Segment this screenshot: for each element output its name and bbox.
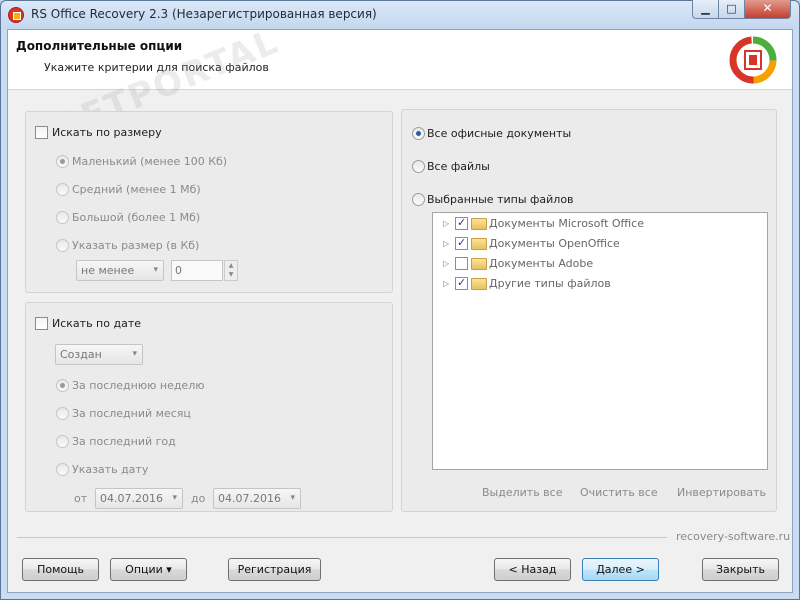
search-by-date-checkbox[interactable]: [35, 317, 48, 330]
tree-checkbox-other[interactable]: [455, 276, 468, 290]
close-window-button[interactable]: ✕: [744, 0, 791, 19]
app-logo-icon: [729, 36, 777, 84]
search-by-size-label: Искать по размеру: [52, 126, 162, 139]
size-option-small-label: Маленький (менее 100 Кб): [72, 155, 228, 168]
folder-icon: [471, 238, 487, 250]
wizard-header: Дополнительные опции Укажите критерии дл…: [8, 30, 792, 90]
date-from-label: от: [74, 492, 88, 505]
close-icon: ✕: [762, 1, 773, 15]
folder-icon: [471, 278, 487, 290]
spin-up-icon: ▲: [228, 262, 234, 269]
date-option-year-label: За последний год: [72, 435, 176, 448]
search-by-date-label: Искать по дате: [52, 317, 141, 330]
size-option-large-radio[interactable]: [56, 211, 69, 224]
close-button[interactable]: Закрыть: [702, 558, 779, 581]
size-filter-group: Искать по размеру Маленький (менее 100 К…: [25, 111, 393, 293]
app-icon: [8, 7, 24, 23]
expand-arrow-icon[interactable]: ▷: [443, 275, 451, 293]
date-type-value: Создан: [60, 348, 102, 361]
folder-icon: [471, 218, 487, 230]
date-filter-group: Искать по дате Создан За последнюю недел…: [25, 302, 393, 512]
minimize-icon: ▁: [701, 2, 710, 15]
all-office-docs-label: Все офисные документы: [427, 127, 572, 140]
size-option-medium-label: Средний (менее 1 Мб): [72, 183, 201, 196]
title-bar[interactable]: RS Office Recovery 2.3 (Незарегистрирова…: [1, 1, 799, 29]
date-from-picker[interactable]: 04.07.2016: [95, 488, 183, 509]
spin-down-icon: ▼: [228, 271, 234, 278]
footer-divider: [17, 537, 667, 538]
folder-icon: [471, 258, 487, 270]
date-to-picker[interactable]: 04.07.2016: [213, 488, 301, 509]
all-files-radio[interactable]: [412, 160, 425, 173]
page-subtitle: Укажите критерии для поиска файлов: [44, 61, 269, 74]
size-value-text: 0: [175, 264, 182, 277]
size-comparator-select[interactable]: не менее: [76, 260, 164, 281]
brand-text: recovery-software.ru: [676, 530, 791, 543]
date-option-week-label: За последнюю неделю: [72, 379, 205, 392]
search-by-size-checkbox[interactable]: [35, 126, 48, 139]
wizard-body: Дополнительные опции Укажите критерии дл…: [7, 21, 793, 593]
size-option-medium-radio[interactable]: [56, 183, 69, 196]
tree-checkbox-ms-office[interactable]: [455, 216, 468, 230]
all-files-label: Все файлы: [427, 160, 490, 173]
date-option-custom-radio[interactable]: [56, 463, 69, 476]
size-value-spinner[interactable]: ▲ ▼: [224, 260, 238, 281]
size-option-custom-radio[interactable]: [56, 239, 69, 252]
minimize-button[interactable]: ▁: [692, 0, 719, 19]
tree-label-openoffice: Документы OpenOffice: [489, 237, 620, 250]
date-option-month-radio[interactable]: [56, 407, 69, 420]
tree-label-ms-office: Документы Microsoft Office: [489, 217, 644, 230]
maximize-icon: □: [726, 2, 737, 15]
window-title: RS Office Recovery 2.3 (Незарегистрирова…: [31, 7, 377, 21]
selected-types-label: Выбранные типы файлов: [427, 193, 574, 206]
tree-checkbox-openoffice[interactable]: [455, 236, 468, 250]
tree-checkbox-adobe[interactable]: [455, 257, 468, 270]
back-button[interactable]: < Назад: [494, 558, 571, 581]
expand-arrow-icon[interactable]: ▷: [443, 255, 451, 273]
date-option-month-label: За последний месяц: [72, 407, 191, 420]
selected-types-radio[interactable]: [412, 193, 425, 206]
size-comparator-value: не менее: [81, 264, 135, 277]
next-button[interactable]: Далее >: [582, 558, 659, 581]
date-to-value: 04.07.2016: [218, 492, 281, 505]
expand-arrow-icon[interactable]: ▷: [443, 215, 451, 233]
clear-all-button[interactable]: Очистить все: [580, 486, 658, 499]
help-button[interactable]: Помощь: [22, 558, 99, 581]
date-option-custom-label: Указать дату: [72, 463, 149, 476]
invert-selection-button[interactable]: Инвертировать: [677, 486, 766, 499]
select-all-button[interactable]: Выделить все: [482, 486, 562, 499]
size-option-large-label: Большой (более 1 Мб): [72, 211, 201, 224]
size-option-custom-label: Указать размер (в Кб): [72, 239, 200, 252]
date-option-year-radio[interactable]: [56, 435, 69, 448]
size-option-small-radio[interactable]: [56, 155, 69, 168]
page-title: Дополнительные опции: [16, 39, 183, 53]
date-from-value: 04.07.2016: [100, 492, 163, 505]
date-option-week-radio[interactable]: [56, 379, 69, 392]
maximize-button[interactable]: □: [718, 0, 745, 19]
all-office-docs-radio[interactable]: [412, 127, 425, 140]
expand-arrow-icon[interactable]: ▷: [443, 235, 451, 253]
date-type-select[interactable]: Создан: [55, 344, 143, 365]
file-types-tree[interactable]: ▷ Документы Microsoft Office ▷ Документы…: [432, 212, 768, 470]
register-button[interactable]: Регистрация: [228, 558, 321, 581]
size-value-input[interactable]: 0: [171, 260, 223, 281]
options-button[interactable]: Опции ▾: [110, 558, 187, 581]
tree-label-other: Другие типы файлов: [489, 277, 611, 290]
tree-label-adobe: Документы Adobe: [489, 257, 594, 270]
date-to-label: до: [191, 492, 206, 505]
